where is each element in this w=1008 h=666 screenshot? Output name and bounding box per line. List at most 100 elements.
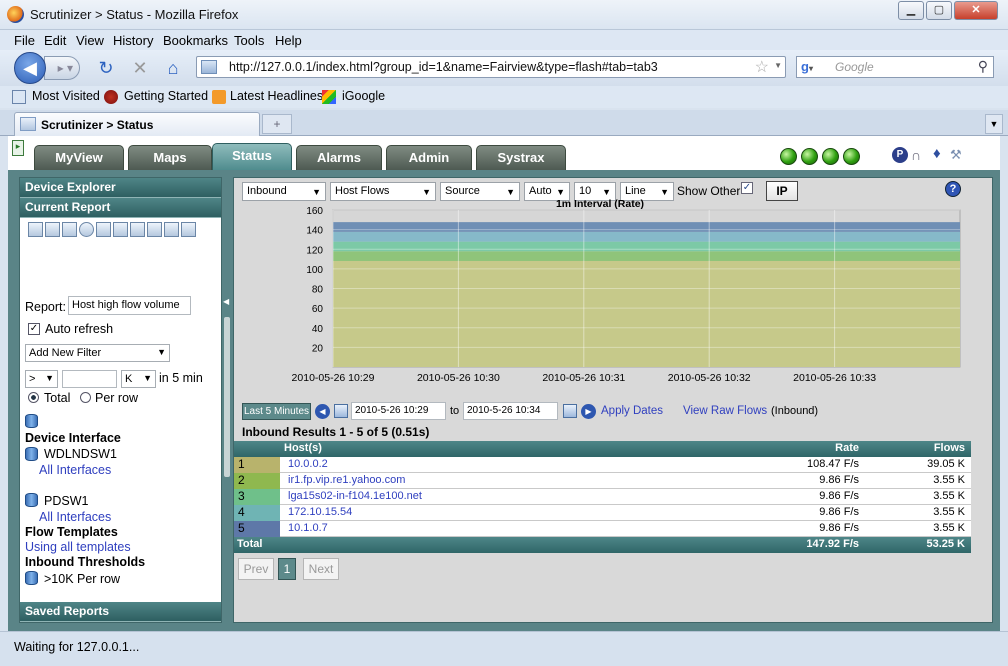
flow-templates-link[interactable]: Using all templates: [25, 540, 131, 554]
table-row[interactable]: 1 10.0.0.2 108.47 F/s 39.05 K: [234, 457, 971, 473]
apply-dates-link[interactable]: Apply Dates: [601, 405, 663, 417]
url-bar[interactable]: http://127.0.0.1/index.html?group_id=1&n…: [196, 56, 786, 78]
next-page-button[interactable]: Next: [303, 558, 339, 580]
last-5-minutes-button[interactable]: Last 5 Minutes: [242, 403, 311, 420]
menu-bookmarks[interactable]: Bookmarks: [163, 33, 228, 48]
url-dropdown-icon[interactable]: ▼: [774, 61, 782, 70]
search-magnifier-icon[interactable]: ⚲: [978, 58, 988, 75]
menu-file[interactable]: File: [14, 33, 35, 48]
tab-maps[interactable]: Maps: [128, 145, 212, 170]
flows-column-header[interactable]: Flows: [934, 441, 965, 456]
site-identity-icon[interactable]: [201, 60, 217, 74]
url-text[interactable]: http://127.0.0.1/index.html?group_id=1&n…: [229, 60, 658, 74]
start-date-input[interactable]: 2010-5-26 10:29: [351, 402, 446, 420]
save-as-icon[interactable]: [62, 222, 77, 237]
bookmark-getting-started[interactable]: Getting Started: [124, 89, 208, 103]
minimize-button[interactable]: ▁: [898, 1, 924, 20]
back-button[interactable]: ◀: [14, 52, 46, 84]
splitter-grip[interactable]: [224, 317, 230, 477]
menu-tools[interactable]: Tools: [234, 33, 264, 48]
host-link[interactable]: ir1.fp.vip.re1.yahoo.com: [288, 473, 405, 488]
search-placeholder[interactable]: Google: [835, 60, 874, 74]
copy-icon[interactable]: [181, 222, 196, 237]
bookmark-latest-headlines[interactable]: Latest Headlines: [230, 89, 323, 103]
binoculars-icon[interactable]: ∩: [911, 147, 921, 163]
browser-tab-title[interactable]: Scrutinizer > Status: [41, 118, 153, 132]
auto-refresh-checkbox[interactable]: ✓: [28, 323, 40, 335]
clock-icon[interactable]: [79, 222, 94, 237]
tab-status[interactable]: Status: [212, 143, 292, 170]
calendar-icon[interactable]: [334, 404, 348, 418]
email-icon[interactable]: [147, 222, 162, 237]
new-tab-button[interactable]: +: [262, 114, 292, 134]
menu-help[interactable]: Help: [275, 33, 302, 48]
forward-button[interactable]: ▸ ▾: [44, 56, 80, 80]
status-led-icon[interactable]: [801, 148, 818, 165]
add-filter-select[interactable]: Add New Filter ▼: [25, 344, 170, 362]
table-row[interactable]: 3 lga15s02-in-f104.1e100.net 9.86 F/s 3.55 …: [234, 489, 971, 505]
view-raw-flows-link[interactable]: View Raw Flows: [683, 405, 767, 417]
threshold-value-input[interactable]: [62, 370, 117, 388]
previous-period-icon[interactable]: ◀: [315, 404, 330, 419]
tools-icon[interactable]: ⚒: [950, 147, 962, 163]
current-report-header[interactable]: Current Report: [20, 198, 221, 218]
bookmark-star-icon[interactable]: ☆: [755, 57, 769, 77]
end-date-input[interactable]: 2010-5-26 10:34: [463, 402, 558, 420]
save-icon[interactable]: [45, 222, 60, 237]
bookmark-igoogle[interactable]: iGoogle: [342, 89, 385, 103]
table-row[interactable]: 5 10.1.0.7 9.86 F/s 3.55 K: [234, 521, 971, 537]
host-link[interactable]: lga15s02-in-f104.1e100.net: [288, 489, 422, 504]
collapse-left-icon[interactable]: ◀: [223, 297, 229, 306]
close-button[interactable]: ✕: [954, 1, 998, 20]
device-pdsw1[interactable]: PDSW1: [44, 494, 88, 508]
menu-edit[interactable]: Edit: [44, 33, 66, 48]
filter-icon[interactable]: [113, 222, 128, 237]
host-link[interactable]: 172.10.15.54: [288, 505, 352, 520]
menu-view[interactable]: View: [76, 33, 104, 48]
threshold-unit-select[interactable]: K ▼: [121, 370, 156, 388]
threshold-operator-select[interactable]: > ▼: [25, 370, 58, 388]
table-row[interactable]: 2 ir1.fp.vip.re1.yahoo.com 9.86 F/s 3.55 K: [234, 473, 971, 489]
host-column-header[interactable]: Host(s): [284, 441, 322, 456]
tab-myview[interactable]: MyView: [34, 145, 124, 170]
status-led-icon[interactable]: [822, 148, 839, 165]
dev1-all-interfaces-link[interactable]: All Interfaces: [39, 463, 111, 477]
threshold-value[interactable]: >10K Per row: [44, 572, 120, 586]
compass-icon[interactable]: ♦: [933, 145, 941, 162]
panel-splitter[interactable]: ◀: [222, 177, 233, 623]
plixer-icon[interactable]: P: [892, 147, 908, 163]
tab-list-button[interactable]: ▼: [985, 114, 1003, 134]
pdf-icon[interactable]: [164, 222, 179, 237]
device-explorer-header[interactable]: Device Explorer: [20, 178, 221, 198]
status-led-icon[interactable]: [843, 148, 860, 165]
reload-icon[interactable]: ↻: [96, 58, 116, 78]
expand-panel-icon[interactable]: ▸: [12, 140, 24, 156]
bookmark-most-visited[interactable]: Most Visited: [32, 89, 100, 103]
total-radio[interactable]: [28, 392, 39, 403]
host-link[interactable]: 10.0.0.2: [288, 457, 328, 472]
share-icon[interactable]: [28, 222, 43, 237]
status-led-icon[interactable]: [780, 148, 797, 165]
prev-page-button[interactable]: Prev: [238, 558, 274, 580]
table-row[interactable]: 4 172.10.15.54 9.86 F/s 3.55 K: [234, 505, 971, 521]
saved-reports-header[interactable]: Saved Reports: [20, 602, 221, 622]
home-icon[interactable]: ⌂: [163, 58, 183, 78]
browser-tab-scrutinizer[interactable]: Scrutinizer > Status: [14, 112, 260, 136]
csv-icon[interactable]: [130, 222, 145, 237]
tab-alarms[interactable]: Alarms: [296, 145, 382, 170]
tab-systrax[interactable]: Systrax: [476, 145, 566, 170]
device-wdlndsw1[interactable]: WDLNDSW1: [44, 447, 117, 461]
host-link[interactable]: 10.1.0.7: [288, 521, 328, 536]
page-1-button[interactable]: 1: [278, 558, 296, 580]
stop-icon[interactable]: ✕: [130, 58, 150, 78]
report-name-input[interactable]: Host high flow volume: [68, 296, 191, 315]
menu-history[interactable]: History: [113, 33, 153, 48]
next-period-icon[interactable]: ▶: [581, 404, 596, 419]
maximize-button[interactable]: ▢: [926, 1, 952, 20]
dev2-all-interfaces-link[interactable]: All Interfaces: [39, 510, 111, 524]
google-search-engine-icon[interactable]: g▾: [801, 59, 813, 74]
per-row-radio[interactable]: [80, 392, 91, 403]
tab-admin[interactable]: Admin: [386, 145, 472, 170]
rate-column-header[interactable]: Rate: [835, 441, 859, 456]
calendar-icon[interactable]: [563, 404, 577, 418]
